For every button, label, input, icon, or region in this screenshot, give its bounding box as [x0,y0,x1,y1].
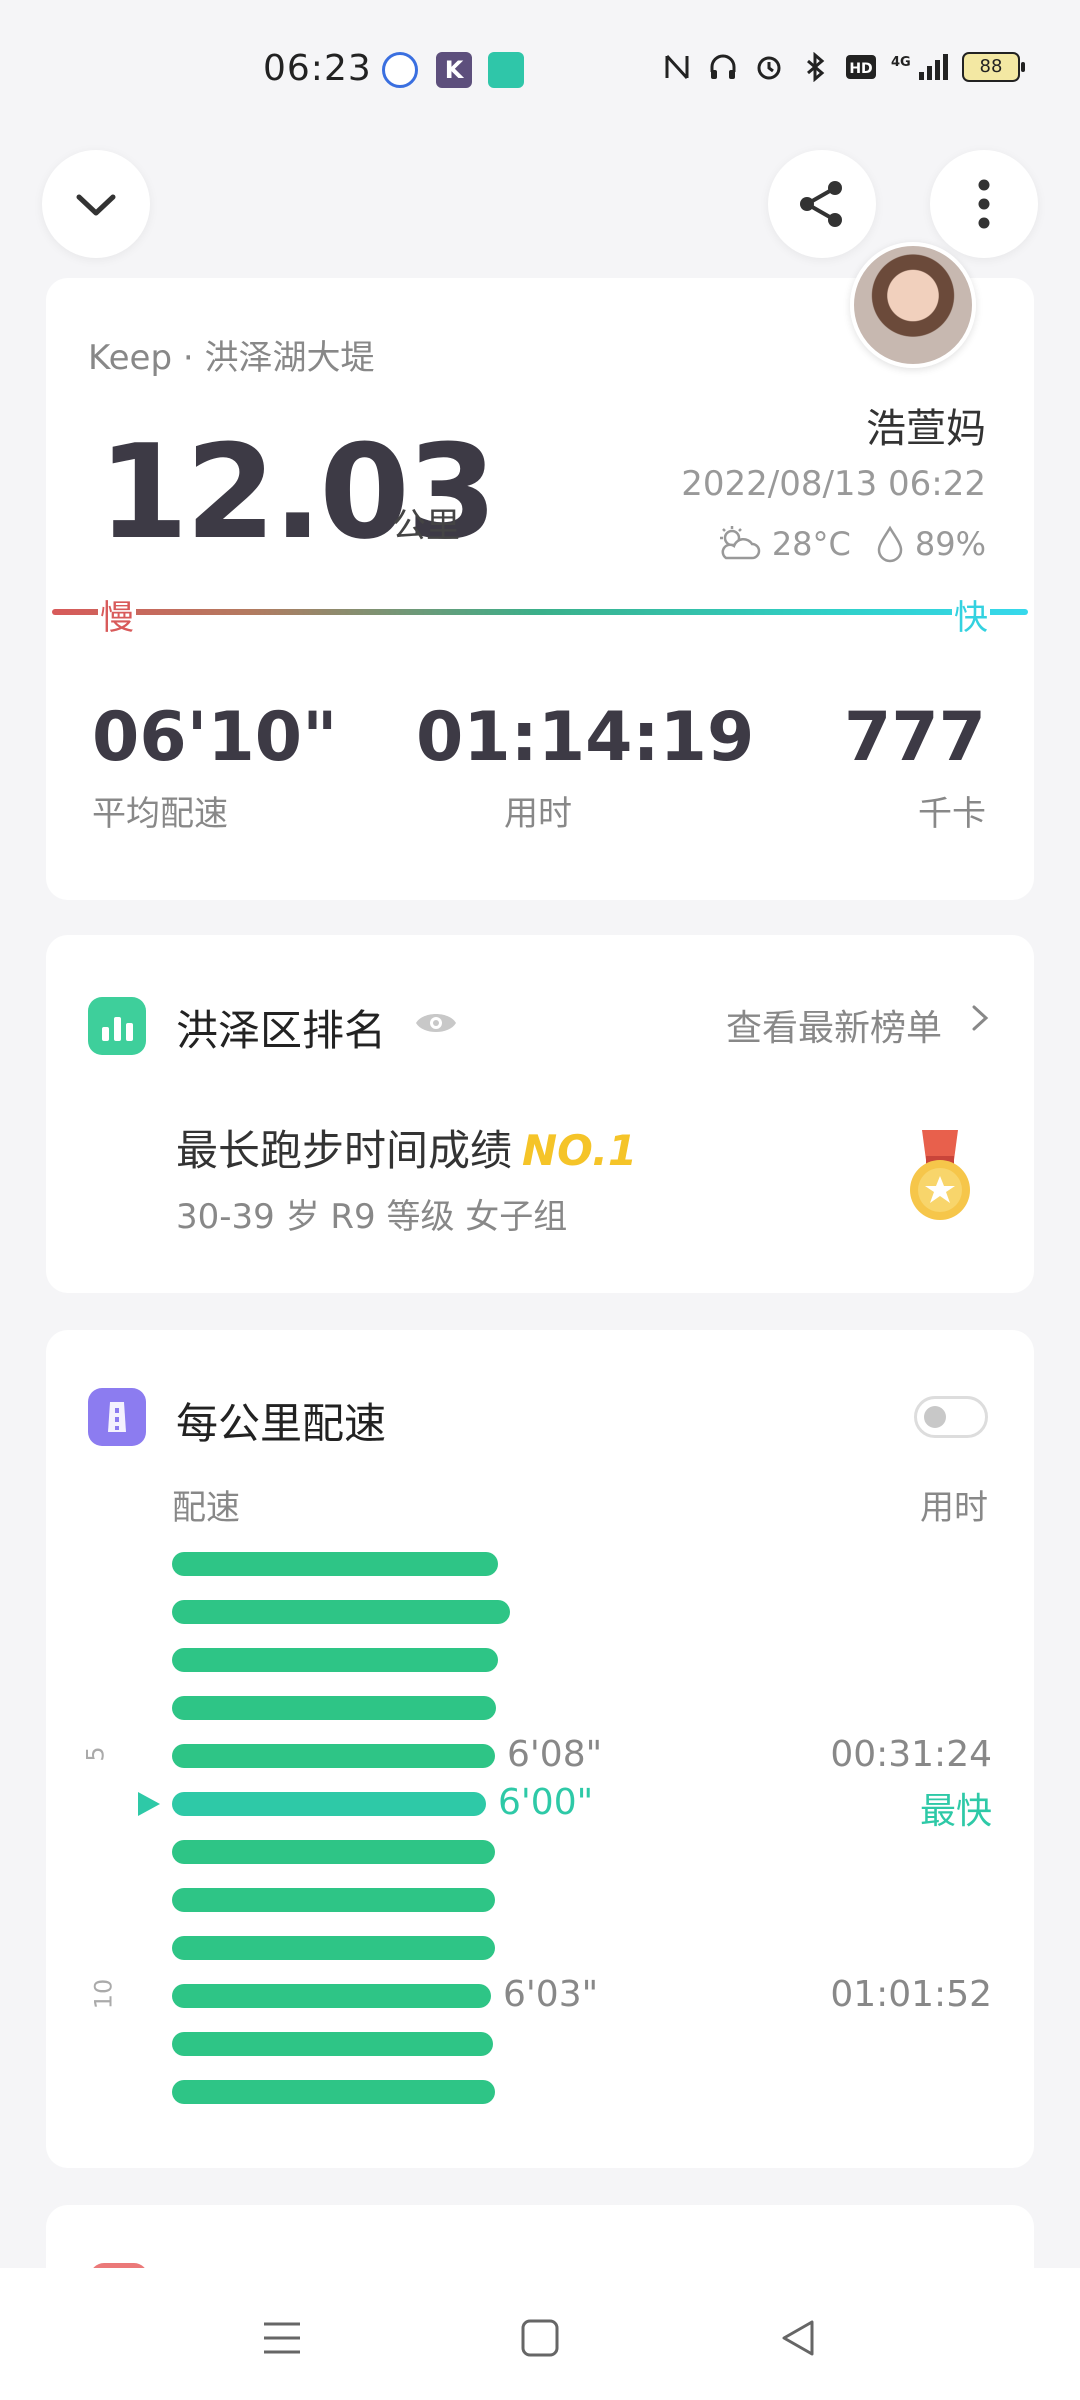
back-triangle-icon [782,2320,814,2356]
humidity-drop-icon [877,525,903,563]
share-button[interactable] [768,150,876,258]
ranking-achievement: 最长跑步时间成绩 NO.1 [176,1117,637,1178]
split-time: 01:01:52 [830,1974,992,2015]
rank-number: NO.1 [522,1126,638,1175]
humidity: 89% [914,525,986,563]
pace-per-km-card: 每公里配速 配速 用时 6'08" 00:31:24 6'00" 最快 6'03" 01:… [46,1330,1034,2168]
split-pace: 6'08" [507,1734,603,1775]
ranking-card: 洪泽区排名 查看最新榜单 最长跑步时间成绩 NO.1 30-39 岁 R9 等级 … [46,935,1034,1293]
hd-icon: HD [844,50,878,84]
more-options-button[interactable] [930,150,1038,258]
status-bar: 06:23 K HD 4G 88 [0,0,1080,140]
split-pace: 6'03" [503,1974,599,2015]
headphones-icon [706,50,740,84]
calories-label: 千卡 [918,794,986,834]
pace-icon [88,1388,146,1446]
km-split-bar[interactable] [172,1840,495,1864]
chevron-right-icon[interactable] [970,1001,990,1044]
km-marker: 5 [81,1746,110,1762]
km-split-bar[interactable] [172,1552,498,1576]
medal-icon [904,1130,976,1230]
fastest-arrow-icon [138,1792,160,1816]
view-leaderboard-link[interactable]: 查看最新榜单 [726,999,942,1051]
menu-nav-button[interactable] [252,2308,312,2368]
time-column-header: 用时 [920,1488,988,1528]
eye-icon[interactable] [413,1007,459,1043]
split-time: 00:31:24 [830,1734,992,1775]
chevron-down-icon [76,194,116,216]
svg-text:4G: 4G [891,55,911,70]
km-split-bar[interactable] [172,1648,498,1672]
speed-fast-label: 快 [952,590,990,639]
duration-value: 01:14:19 [416,698,755,777]
home-nav-button[interactable] [510,2308,570,2368]
km-split-bar[interactable] [172,1696,496,1720]
username[interactable]: 浩萱妈 [866,396,986,454]
signal-icon: 4G [890,50,950,84]
weather-info: 28°C 89% [714,524,986,564]
fastest-label: 最快 [919,1791,992,1832]
more-vertical-icon [978,179,990,229]
ranking-title: 洪泽区排名 [176,1006,387,1055]
status-time: 06:23 [263,48,372,89]
ranking-group: 30-39 岁 R9 等级 女子组 [176,1197,568,1237]
green-app-icon [488,52,524,88]
km-split-bar[interactable] [172,2032,493,2056]
speed-gradient-bar [52,609,1028,615]
km-split-bar[interactable] [172,1888,495,1912]
share-icon [800,181,842,227]
battery-icon: 88 [962,52,1025,82]
home-square-icon [521,2319,559,2357]
bluetooth-icon [798,50,832,84]
km-split-bar[interactable] [172,2080,495,2104]
km-split-bar[interactable] [172,1600,510,1624]
nfc-icon [660,50,694,84]
run-datetime: 2022/08/13 06:22 [681,464,986,504]
avg-pace-value: 06'10" [92,698,338,777]
svg-text:HD: HD [849,61,872,77]
km-split-bar[interactable] [172,1744,495,1768]
km-marker: 10 [89,1978,118,2010]
ranking-chart-icon [88,997,146,1055]
pace-card-title: 每公里配速 [176,1399,387,1448]
split-pace: 6'00" [498,1782,594,1823]
duration-label: 用时 [504,794,572,834]
baidu-maps-icon [382,52,418,88]
distance-unit: 公里 [392,506,460,546]
run-location: Keep · 洪泽湖大堤 [88,338,375,378]
achievement-text: 最长跑步时间成绩 [176,1126,513,1175]
cloudy-sun-icon [719,526,761,560]
status-indicators: HD 4G 88 [660,50,1025,84]
system-nav-bar [0,2268,1080,2400]
calories-value: 777 [844,698,986,777]
pace-toggle-switch[interactable] [914,1396,988,1438]
temperature: 28°C [771,525,851,563]
back-nav-button[interactable] [768,2308,828,2368]
pace-column-header: 配速 [172,1488,240,1528]
km-split-bar[interactable] [172,1792,486,1816]
collapse-button[interactable] [42,150,150,258]
k-app-icon: K [436,52,472,88]
alarm-icon [752,50,786,84]
km-split-bar[interactable] [172,1936,495,1960]
menu-icon [264,2322,300,2354]
km-split-bar[interactable] [172,1984,491,2008]
run-summary-card: Keep · 洪泽湖大堤 12.03 公里 浩萱妈 2022/08/13 06:… [46,242,1034,900]
speed-slow-label: 慢 [98,590,136,639]
avg-pace-label: 平均配速 [92,794,228,834]
avatar[interactable] [850,242,976,368]
